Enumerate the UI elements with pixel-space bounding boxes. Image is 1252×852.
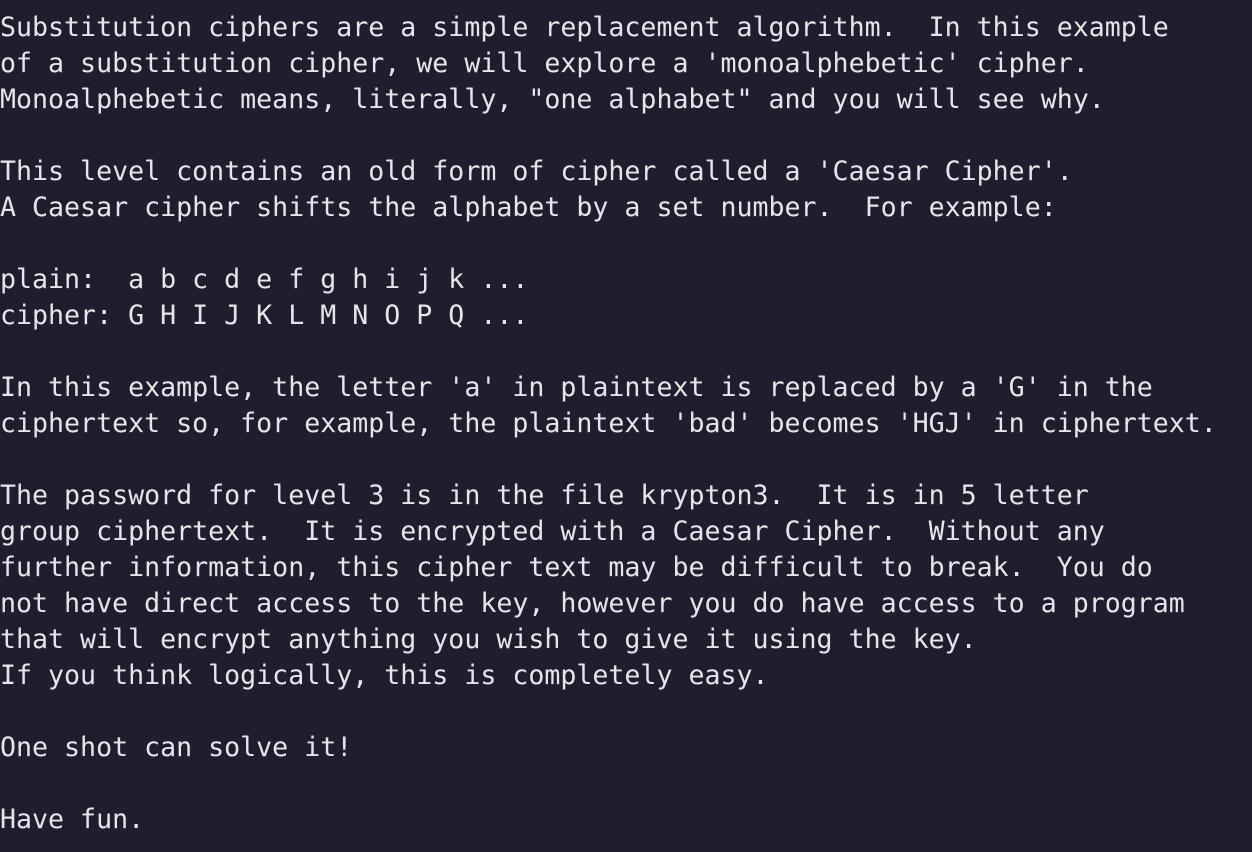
- text-line: If you think logically, this is complete…: [0, 660, 769, 691]
- text-line: In this example, the letter 'a' in plain…: [0, 372, 1153, 403]
- text-line: that will encrypt anything you wish to g…: [0, 624, 977, 655]
- text-line: group ciphertext. It is encrypted with a…: [0, 516, 1105, 547]
- text-line: further information, this cipher text ma…: [0, 552, 1153, 583]
- text-line: One shot can solve it!: [0, 732, 353, 763]
- text-line: Monoalphebetic means, literally, "one al…: [0, 84, 1105, 115]
- text-line: not have direct access to the key, howev…: [0, 588, 1185, 619]
- cipher-alphabet-line: cipher: G H I J K L M N O P Q ...: [0, 300, 529, 331]
- text-line: ciphertext so, for example, the plaintex…: [0, 408, 1217, 439]
- plain-alphabet-line: plain: a b c d e f g h i j k ...: [0, 264, 529, 295]
- text-line: of a substitution cipher, we will explor…: [0, 48, 1089, 79]
- text-line: The password for level 3 is in the file …: [0, 480, 1089, 511]
- text-line: A Caesar cipher shifts the alphabet by a…: [0, 192, 1057, 223]
- text-line: Have fun.: [0, 804, 145, 835]
- text-line: Substitution ciphers are a simple replac…: [0, 12, 1169, 43]
- terminal-window[interactable]: Substitution ciphers are a simple replac…: [0, 0, 1252, 852]
- text-line: This level contains an old form of ciphe…: [0, 156, 1073, 187]
